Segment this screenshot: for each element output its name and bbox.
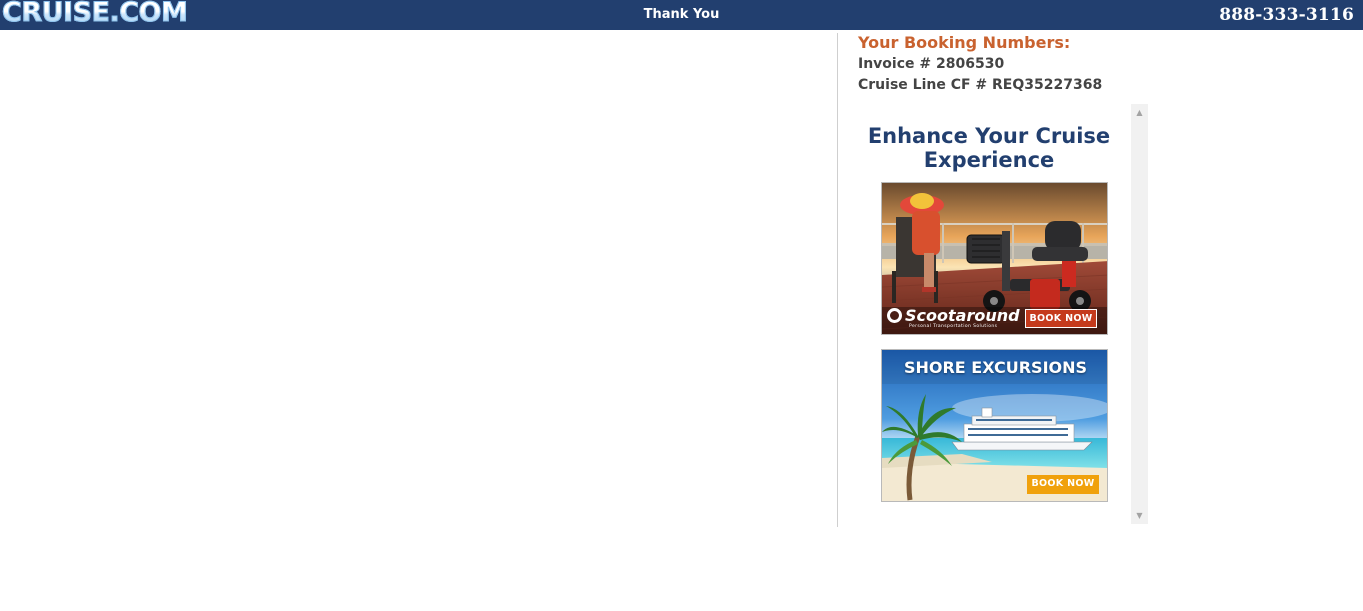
promo-heading: Enhance Your Cruise Experience [867, 124, 1111, 172]
shore-excursions-headline: SHORE EXCURSIONS [903, 358, 1088, 377]
scootaround-ring-icon [887, 308, 902, 323]
scootaround-book-now-button[interactable]: BOOK NOW [1025, 309, 1097, 328]
scroll-up-arrow-icon[interactable]: ▲ [1131, 104, 1148, 121]
promo-scrollbar[interactable]: ▲ ▼ [1131, 104, 1148, 524]
invoice-number: Invoice # 2806530 [858, 56, 1005, 72]
shore-excursions-book-now-button[interactable]: BOOK NOW [1027, 475, 1099, 494]
scootaround-banner[interactable]: Scootaround Personal Transportation Solu… [881, 182, 1108, 335]
main-content-area [0, 30, 836, 530]
shore-excursions-banner[interactable]: SHORE EXCURSIONS BOOK NOW [881, 349, 1108, 502]
cruise-line-cf-number: Cruise Line CF # REQ35227368 [858, 77, 1103, 93]
scroll-down-arrow-icon[interactable]: ▼ [1131, 507, 1148, 524]
promo-scroll-pane[interactable]: Enhance Your Cruise Experience Scootarou… [838, 104, 1148, 524]
top-header-bar: CRUISE.COM Thank You 888-333-3116 [0, 0, 1363, 30]
booking-numbers-heading: Your Booking Numbers: [858, 33, 1071, 52]
page-title: Thank You [643, 7, 720, 22]
scootaround-logo: Scootaround Personal Transportation Solu… [887, 307, 1020, 329]
phone-number-link[interactable]: 888-333-3116 [1219, 5, 1354, 25]
